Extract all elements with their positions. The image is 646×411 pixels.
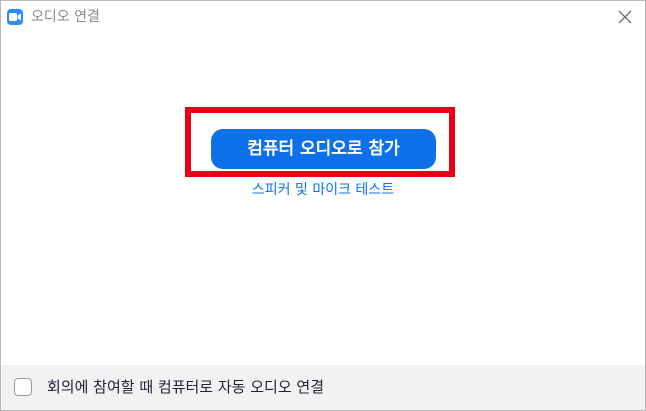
auto-join-audio-checkbox[interactable] — [14, 378, 32, 396]
window-title: 오디오 연결 — [31, 9, 100, 25]
test-speaker-mic-link-row: 스피커 및 마이크 테스트 — [1, 181, 645, 199]
auto-join-audio-label[interactable]: 회의에 참여할 때 컴퓨터로 자동 오디오 연결 — [47, 377, 324, 397]
dialog-footer: 회의에 참여할 때 컴퓨터로 자동 오디오 연결 — [1, 365, 645, 410]
title-bar: 오디오 연결 — [1, 1, 645, 33]
audio-connect-dialog: 오디오 연결 컴퓨터 오디오로 참가 스피커 및 마이크 테스트 회의에 참여할… — [0, 0, 646, 411]
join-computer-audio-button[interactable]: 컴퓨터 오디오로 참가 — [211, 129, 436, 169]
dialog-content: 컴퓨터 오디오로 참가 스피커 및 마이크 테스트 — [1, 33, 645, 365]
zoom-camera-icon — [7, 9, 23, 25]
close-icon[interactable] — [615, 7, 635, 27]
test-speaker-mic-link[interactable]: 스피커 및 마이크 테스트 — [252, 182, 394, 198]
